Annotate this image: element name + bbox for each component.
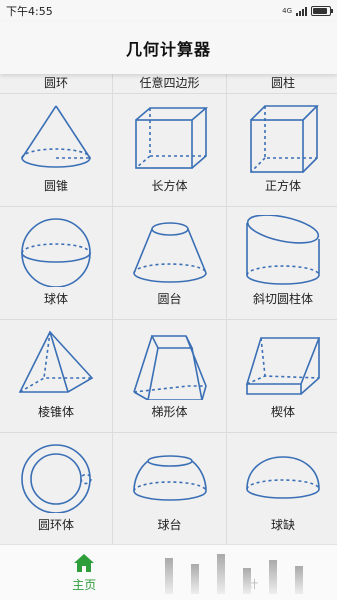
battery-fill [313, 8, 328, 14]
grid-item-label: 任意四边形 [139, 76, 200, 90]
cube-icon [250, 105, 319, 173]
spherical-frustum-icon [132, 455, 207, 501]
grid-item-spherical-cap[interactable]: 球缺 [227, 433, 337, 544]
grid-item-label: 圆环体 [37, 518, 74, 532]
cuboid-icon [134, 107, 208, 169]
battery-icon [311, 6, 333, 16]
frustum-icon [132, 222, 207, 283]
grid-item-label: 圆锥 [43, 179, 68, 193]
grid-item-label: 斜切圆柱体 [252, 292, 313, 306]
grid-item-frustum[interactable]: 圆台 [113, 207, 226, 319]
app-header: 几何计算器 [0, 22, 337, 74]
grid-item-label: 梯形体 [151, 405, 188, 419]
grid-item-torus-ring[interactable]: 圆环 [0, 74, 112, 93]
spherical-cap-icon [246, 456, 320, 499]
shape-grid-viewport[interactable]: 圆环 任意四边形 圆柱 圆锥 长方体 正方体 球体 圆台 斜切圆柱体 棱锥体 梯… [0, 74, 337, 544]
grid-item-torus[interactable]: 圆环体 [0, 433, 112, 544]
grid-item-cuboid[interactable]: 长方体 [113, 94, 226, 206]
pyramid-icon [18, 330, 94, 393]
grid-item-cylinder[interactable]: 圆柱 [227, 74, 337, 93]
page-title: 几何计算器 [125, 40, 211, 59]
grid-item-label: 棱锥体 [37, 405, 74, 419]
grid-item-label: 圆台 [157, 292, 182, 306]
sphere-icon [21, 218, 91, 287]
bottom-nav: 主页 计 [0, 544, 337, 600]
grid-item-spherical-frustum[interactable]: 球台 [113, 433, 226, 544]
grid-item-label: 楔体 [270, 405, 295, 419]
grid-item-sphere[interactable]: 球体 [0, 207, 112, 319]
nav-home[interactable]: 主页 [0, 545, 169, 600]
grid-item-label: 圆柱 [270, 76, 295, 90]
status-bar: 下午4:55 4G [0, 0, 337, 22]
grid-item-wedge[interactable]: 楔体 [227, 320, 337, 432]
network-type: 4G [282, 6, 292, 15]
grid-item-label: 长方体 [151, 179, 188, 193]
grid-item-label: 球体 [43, 292, 68, 306]
torus-icon [21, 444, 92, 513]
grid-item-cube[interactable]: 正方体 [227, 94, 337, 206]
grid-item-quadrilateral[interactable]: 任意四边形 [113, 74, 226, 93]
wedge-icon [245, 337, 321, 395]
grid-item-label: 球台 [157, 518, 182, 532]
shape-grid: 圆环 任意四边形 圆柱 圆锥 长方体 正方体 球体 圆台 斜切圆柱体 棱锥体 梯… [0, 74, 337, 544]
status-time: 下午4:55 [6, 5, 53, 18]
grid-item-prismatoid[interactable]: 梯形体 [113, 320, 226, 432]
grid-item-cone[interactable]: 圆锥 [0, 94, 112, 206]
prismatoid-icon [132, 335, 207, 400]
nav-home-label: 主页 [72, 577, 97, 592]
signal-icon [296, 6, 307, 16]
home-icon [74, 553, 95, 572]
oblique-cylinder-icon [246, 215, 320, 285]
grid-item-pyramid[interactable]: 棱锥体 [0, 320, 112, 432]
loading-overlay-bars [165, 554, 303, 594]
grid-item-label: 正方体 [264, 179, 301, 193]
grid-item-label: 圆环 [43, 76, 68, 90]
grid-item-label: 球缺 [270, 518, 295, 532]
status-indicators: 4G [282, 6, 333, 16]
grid-item-oblique-cylinder[interactable]: 斜切圆柱体 [227, 207, 337, 319]
cone-icon [21, 105, 91, 168]
